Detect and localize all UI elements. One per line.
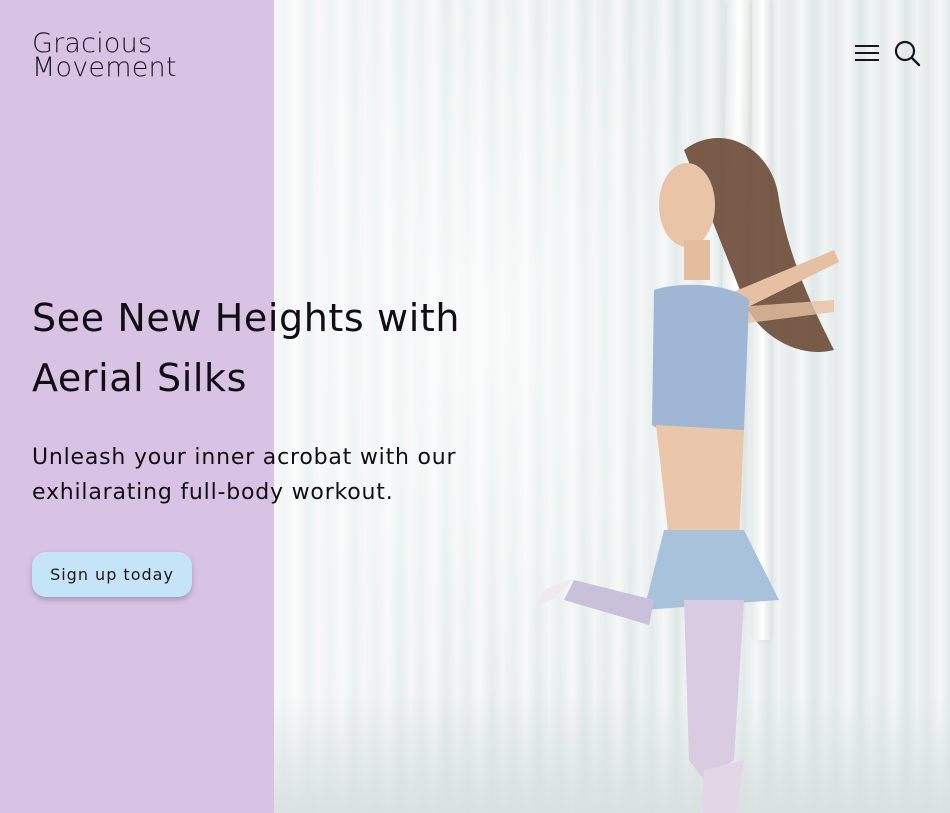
brand-line-2: Movement	[32, 52, 177, 83]
menu-button[interactable]	[852, 38, 882, 68]
brand-logo[interactable]: Gracious Movement	[32, 30, 177, 83]
hero-subtitle: Unleash your inner acrobat with our exhi…	[32, 445, 457, 505]
hamburger-menu-icon	[855, 45, 879, 61]
search-button[interactable]	[892, 38, 922, 68]
search-icon	[894, 40, 921, 67]
hero-title: See New Heights with Aerial Silks	[32, 296, 461, 400]
sign-up-button[interactable]: Sign up today	[32, 552, 192, 597]
